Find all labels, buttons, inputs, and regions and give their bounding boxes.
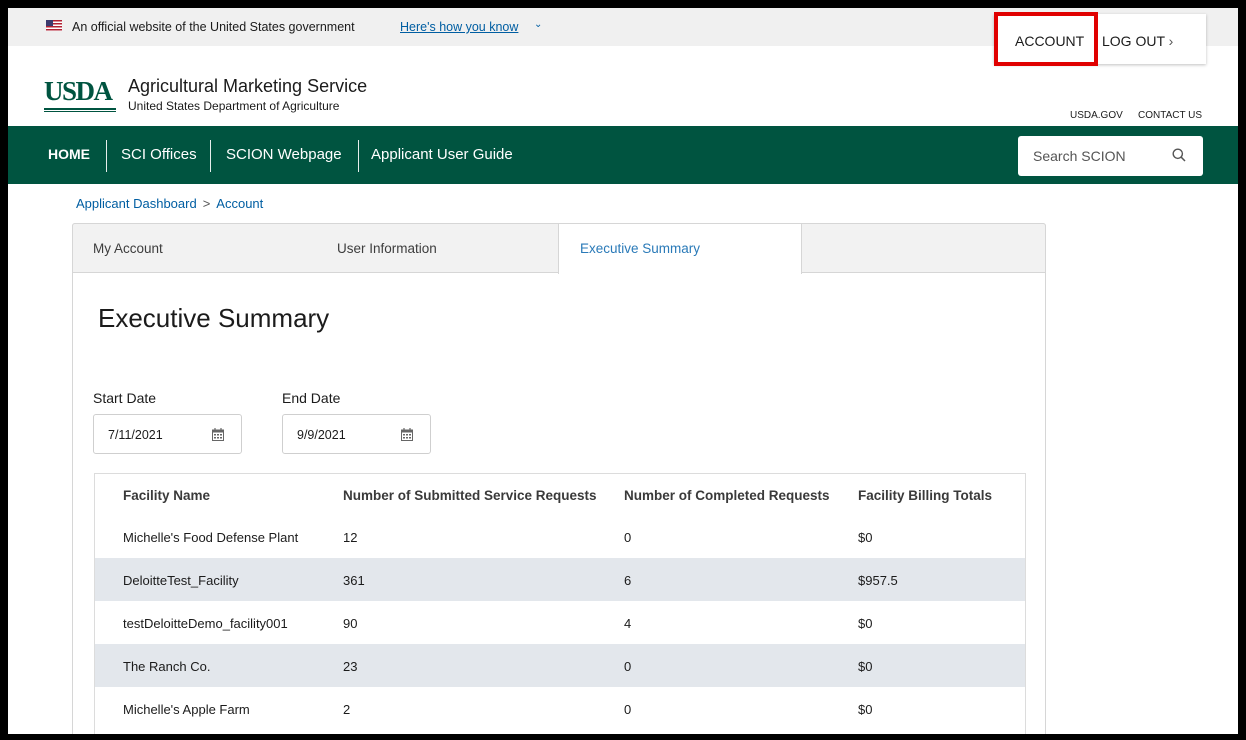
page-title: Executive Summary: [98, 303, 330, 333]
logout-link[interactable]: LOG OUT ›: [1102, 33, 1173, 49]
cell-submitted: 23: [343, 659, 358, 674]
browser-viewport: An official website of the United States…: [8, 8, 1238, 734]
breadcrumb: Applicant Dashboard > Account: [76, 196, 263, 211]
cell-submitted: 361: [343, 573, 365, 588]
heres-how-you-know-link[interactable]: Here's how you know: [400, 20, 518, 34]
nav-divider: [358, 140, 359, 172]
tab-executive-summary-label[interactable]: Executive Summary: [580, 241, 700, 256]
calendar-icon[interactable]: [401, 428, 413, 441]
table-row: testDeloitteDemo_facility001 90 4 $0: [95, 601, 1025, 644]
contact-us-link[interactable]: CONTACT US: [1138, 110, 1202, 121]
cell-billing: $0: [858, 659, 873, 674]
cell-billing: $0: [858, 616, 873, 631]
table-row: Michelle's Food Defense Plant 12 0 $0: [95, 515, 1025, 558]
nav-sci-offices[interactable]: SCI Offices: [121, 146, 197, 163]
calendar-icon[interactable]: [212, 428, 224, 441]
cell-completed: 0: [624, 530, 632, 545]
column-header-submitted-requests: Number of Submitted Service Requests: [343, 488, 597, 503]
start-date-label: Start Date: [93, 390, 157, 406]
gov-banner-text: An official website of the United States…: [72, 20, 355, 34]
end-date-label: End Date: [282, 390, 341, 406]
agency-name[interactable]: Agricultural Marketing Service: [128, 76, 367, 97]
chevron-down-icon[interactable]: ⌄: [534, 19, 542, 30]
nav-divider: [106, 140, 107, 172]
nav-divider: [210, 140, 211, 172]
breadcrumb-account[interactable]: Account: [216, 196, 263, 211]
cell-submitted: 12: [343, 530, 358, 545]
search-icon[interactable]: [1172, 148, 1186, 162]
chevron-right-icon: ›: [1168, 33, 1174, 49]
cell-facility-name: testDeloitteDemo_facility001: [123, 616, 288, 631]
table-row: DeloitteTest_Facility 361 6 $957.5: [95, 558, 1025, 601]
search-placeholder[interactable]: Search SCION: [1033, 148, 1126, 164]
logout-label: LOG OUT: [1102, 33, 1165, 49]
usda-logo-underline: [44, 108, 116, 112]
cell-billing: $957.5: [858, 573, 898, 588]
table-row: The Ranch Co. 23 0 $0: [95, 644, 1025, 687]
breadcrumb-separator: >: [202, 196, 211, 211]
account-highlight-box: [994, 12, 1098, 66]
cell-completed: 6: [624, 573, 632, 588]
usda-logo[interactable]: USDA: [44, 76, 113, 107]
usda-gov-link[interactable]: USDA.GOV: [1070, 110, 1123, 121]
tab-my-account[interactable]: My Account: [93, 241, 163, 256]
nav-applicant-user-guide[interactable]: Applicant User Guide: [371, 146, 513, 163]
cell-facility-name: Michelle's Apple Farm: [123, 702, 250, 717]
nav-home[interactable]: HOME: [48, 146, 90, 162]
department-name: United States Department of Agriculture: [128, 99, 340, 113]
cell-billing: $0: [858, 530, 873, 545]
cell-submitted: 90: [343, 616, 358, 631]
us-flag-icon: [46, 20, 62, 31]
cell-facility-name: DeloitteTest_Facility: [123, 573, 239, 588]
cell-facility-name: The Ranch Co.: [123, 659, 211, 674]
tab-user-information[interactable]: User Information: [337, 241, 437, 256]
start-date-value[interactable]: 7/11/2021: [108, 428, 163, 442]
column-header-billing-totals: Facility Billing Totals: [858, 488, 993, 503]
nav-scion-webpage[interactable]: SCION Webpage: [226, 146, 342, 163]
column-header-completed-requests: Number of Completed Requests: [624, 488, 830, 503]
cell-submitted: 2: [343, 702, 351, 717]
cell-facility-name: Michelle's Food Defense Plant: [123, 530, 299, 545]
table-row: Michelle's Apple Farm 2 0 $0: [95, 687, 1025, 730]
breadcrumb-applicant-dashboard[interactable]: Applicant Dashboard: [76, 196, 197, 211]
cell-completed: 0: [624, 659, 632, 674]
cell-billing: $0: [858, 702, 873, 717]
cell-completed: 0: [624, 702, 632, 717]
column-header-facility-name: Facility Name: [123, 488, 211, 503]
cell-completed: 4: [624, 616, 632, 631]
end-date-value[interactable]: 9/9/2021: [297, 428, 346, 442]
